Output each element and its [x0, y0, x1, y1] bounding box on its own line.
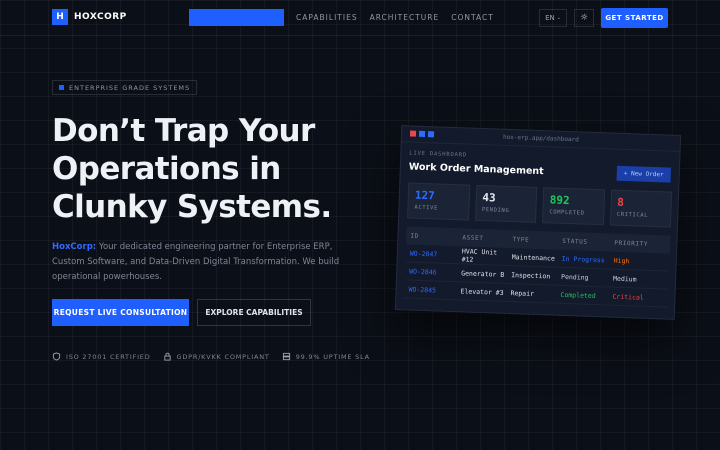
logo-text: HOXCORP	[74, 12, 127, 22]
nav-link-contact[interactable]: CONTACT	[451, 13, 494, 22]
column-header-asset: ASSET	[462, 233, 484, 242]
stat-value: 127	[414, 188, 435, 203]
trust-uptime-label: 99.9% UPTIME SLA	[295, 352, 370, 361]
lead-text: Your dedicated engineering partner for E…	[52, 242, 340, 282]
logo-mark: H	[52, 9, 68, 25]
row-asset: Generator B	[461, 268, 505, 279]
row-status: In Progress	[561, 254, 605, 264]
hero-headline: Don’t Trap Your Operations in Clunky Sys…	[52, 113, 332, 225]
row-id: WO-2845	[408, 285, 437, 294]
new-order-button[interactable]: + New Order	[616, 165, 671, 183]
row-priority: Medium	[612, 274, 637, 283]
dashboard-preview: hox-erp.app/dashboard LIVE DASHBOARD Wor…	[394, 125, 682, 320]
explore-capabilities-button[interactable]: EXPLORE CAPABILITIES	[197, 299, 311, 326]
nav-link-capabilities[interactable]: CAPABILITIES	[296, 13, 358, 22]
row-type: Repair	[510, 288, 535, 298]
stats-row: 127 ACTIVE 43 PENDING 892 COMPLETED 8 CR…	[407, 182, 673, 228]
stat-label: CRITICAL	[616, 211, 649, 219]
dashboard-title: Work Order Management	[408, 161, 544, 178]
live-dashboard-label: LIVE DASHBOARD	[409, 150, 467, 159]
sun-icon: ☼	[579, 13, 589, 23]
row-asset: Elevator #3	[460, 286, 504, 297]
language-label: EN	[545, 14, 555, 22]
column-header-type: TYPE	[512, 235, 530, 244]
theme-toggle[interactable]: ☼	[574, 9, 594, 27]
lead-brand: HoxCorp:	[52, 242, 97, 252]
trust-badges: ISO 27001 CERTIFIED GDPR/KVKK COMPLIANT …	[52, 352, 370, 361]
badge-label: ENTERPRISE GRADE SYSTEMS	[69, 83, 191, 92]
row-id: WO-2846	[409, 267, 437, 276]
shield-icon	[52, 352, 61, 361]
badge-dot-icon	[59, 85, 64, 90]
row-priority: Critical	[612, 292, 644, 302]
trust-gdpr-label: GDPR/KVKK COMPLIANT	[176, 352, 270, 361]
stat-card-critical: 8 CRITICAL	[609, 189, 673, 228]
stat-card-pending: 43 PENDING	[474, 184, 538, 223]
stat-label: ACTIVE	[414, 204, 439, 212]
column-header-id: ID	[410, 232, 420, 240]
column-header-status: STATUS	[562, 237, 588, 246]
hero-lead: HoxCorp: Your dedicated engineering part…	[52, 240, 352, 285]
row-id: WO-2847	[409, 249, 438, 259]
request-consultation-button[interactable]: REQUEST LIVE CONSULTATION	[52, 299, 189, 326]
stat-value: 8	[617, 195, 625, 209]
trust-iso: ISO 27001 CERTIFIED	[52, 352, 151, 361]
row-status: Pending	[560, 272, 589, 282]
trust-gdpr: GDPR/KVKK COMPLIANT	[163, 352, 270, 361]
work-order-table: ID ASSET TYPE STATUS PRIORITY WO-2847 HV…	[404, 226, 671, 308]
window-titlebar: hox-erp.app/dashboard	[401, 126, 681, 152]
language-selector[interactable]: EN ⌄	[539, 9, 567, 27]
logo[interactable]: H HOXCORP	[52, 9, 127, 25]
get-started-button[interactable]: GET STARTED	[601, 8, 668, 28]
stat-label: COMPLETED	[549, 209, 585, 217]
trust-iso-label: ISO 27001 CERTIFIED	[66, 352, 151, 361]
enterprise-badge: ENTERPRISE GRADE SYSTEMS	[52, 80, 198, 95]
nav-links: CAPABILITIES CAPABILITIES ARCHITECTURE C…	[189, 9, 494, 26]
lock-icon	[163, 352, 172, 361]
server-icon	[282, 352, 291, 361]
stat-card-completed: 892 COMPLETED	[541, 187, 605, 226]
row-type: Inspection	[511, 270, 551, 280]
column-header-priority: PRIORITY	[614, 239, 649, 248]
row-asset: HVAC Unit #12	[461, 246, 498, 264]
trust-uptime: 99.9% UPTIME SLA	[282, 352, 370, 361]
stat-label: PENDING	[481, 207, 510, 214]
nav-link-architecture[interactable]: ARCHITECTURE	[370, 13, 440, 22]
nav-link-capabilities-active[interactable]: CAPABILITIES	[189, 9, 284, 26]
top-nav: H HOXCORP CAPABILITIES CAPABILITIES ARCH…	[0, 0, 720, 36]
row-priority: High	[613, 256, 630, 265]
stat-card-active: 127 ACTIVE	[407, 182, 470, 221]
row-type: Maintenance	[511, 252, 555, 263]
dashboard-url: hox-erp.app/dashboard	[502, 133, 579, 144]
stat-value: 43	[482, 191, 496, 205]
stat-value: 892	[549, 193, 570, 208]
row-status: Completed	[560, 290, 596, 300]
chevron-down-icon: ⌄	[556, 15, 561, 21]
